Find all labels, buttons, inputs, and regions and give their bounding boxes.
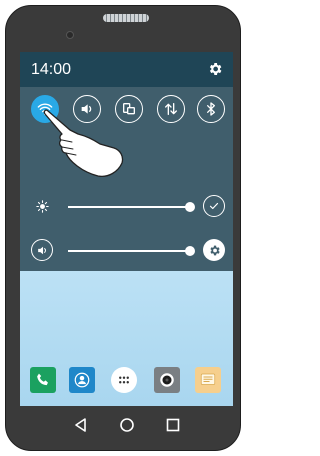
back-icon[interactable] bbox=[72, 416, 90, 434]
app-drawer[interactable] bbox=[111, 367, 137, 393]
speaker-grille bbox=[103, 14, 149, 22]
contact-icon bbox=[74, 372, 90, 388]
volume-icon bbox=[37, 246, 46, 254]
apps-grid-icon bbox=[119, 376, 129, 384]
status-time: 14:00 bbox=[31, 61, 72, 78]
bluetooth-icon bbox=[207, 102, 215, 116]
check-icon bbox=[209, 202, 219, 210]
contacts-app[interactable] bbox=[69, 367, 95, 393]
status-bar: 14:00 bbox=[20, 52, 233, 87]
phone-app[interactable] bbox=[30, 367, 56, 393]
sync-arrows-icon bbox=[165, 103, 177, 115]
brightness-slider-thumb[interactable] bbox=[185, 202, 195, 212]
front-camera bbox=[66, 31, 74, 39]
volume-slider-thumb[interactable] bbox=[185, 246, 195, 256]
app-dock bbox=[20, 363, 233, 406]
camera-app[interactable] bbox=[154, 367, 180, 393]
camera-icon bbox=[160, 373, 174, 387]
navigation-bar bbox=[20, 410, 233, 440]
pointing-hand-icon bbox=[43, 109, 124, 178]
gear-icon bbox=[209, 245, 220, 255]
gear-icon[interactable] bbox=[207, 61, 223, 77]
screen: 14:00 bbox=[20, 52, 233, 406]
volume-slider-track[interactable] bbox=[68, 250, 190, 252]
bluetooth-toggle[interactable] bbox=[197, 95, 225, 123]
brightness-slider-track[interactable] bbox=[68, 206, 190, 208]
messages-app[interactable] bbox=[195, 367, 221, 393]
volume-settings-button[interactable] bbox=[203, 239, 225, 261]
message-icon bbox=[200, 373, 216, 385]
phone-icon bbox=[37, 373, 48, 386]
auto-brightness-toggle[interactable] bbox=[203, 195, 225, 217]
volume-slider-icon bbox=[31, 239, 53, 261]
home-icon[interactable] bbox=[118, 416, 136, 434]
brightness-icon bbox=[31, 195, 53, 217]
sync-toggle[interactable] bbox=[157, 95, 185, 123]
recents-icon[interactable] bbox=[164, 416, 182, 434]
